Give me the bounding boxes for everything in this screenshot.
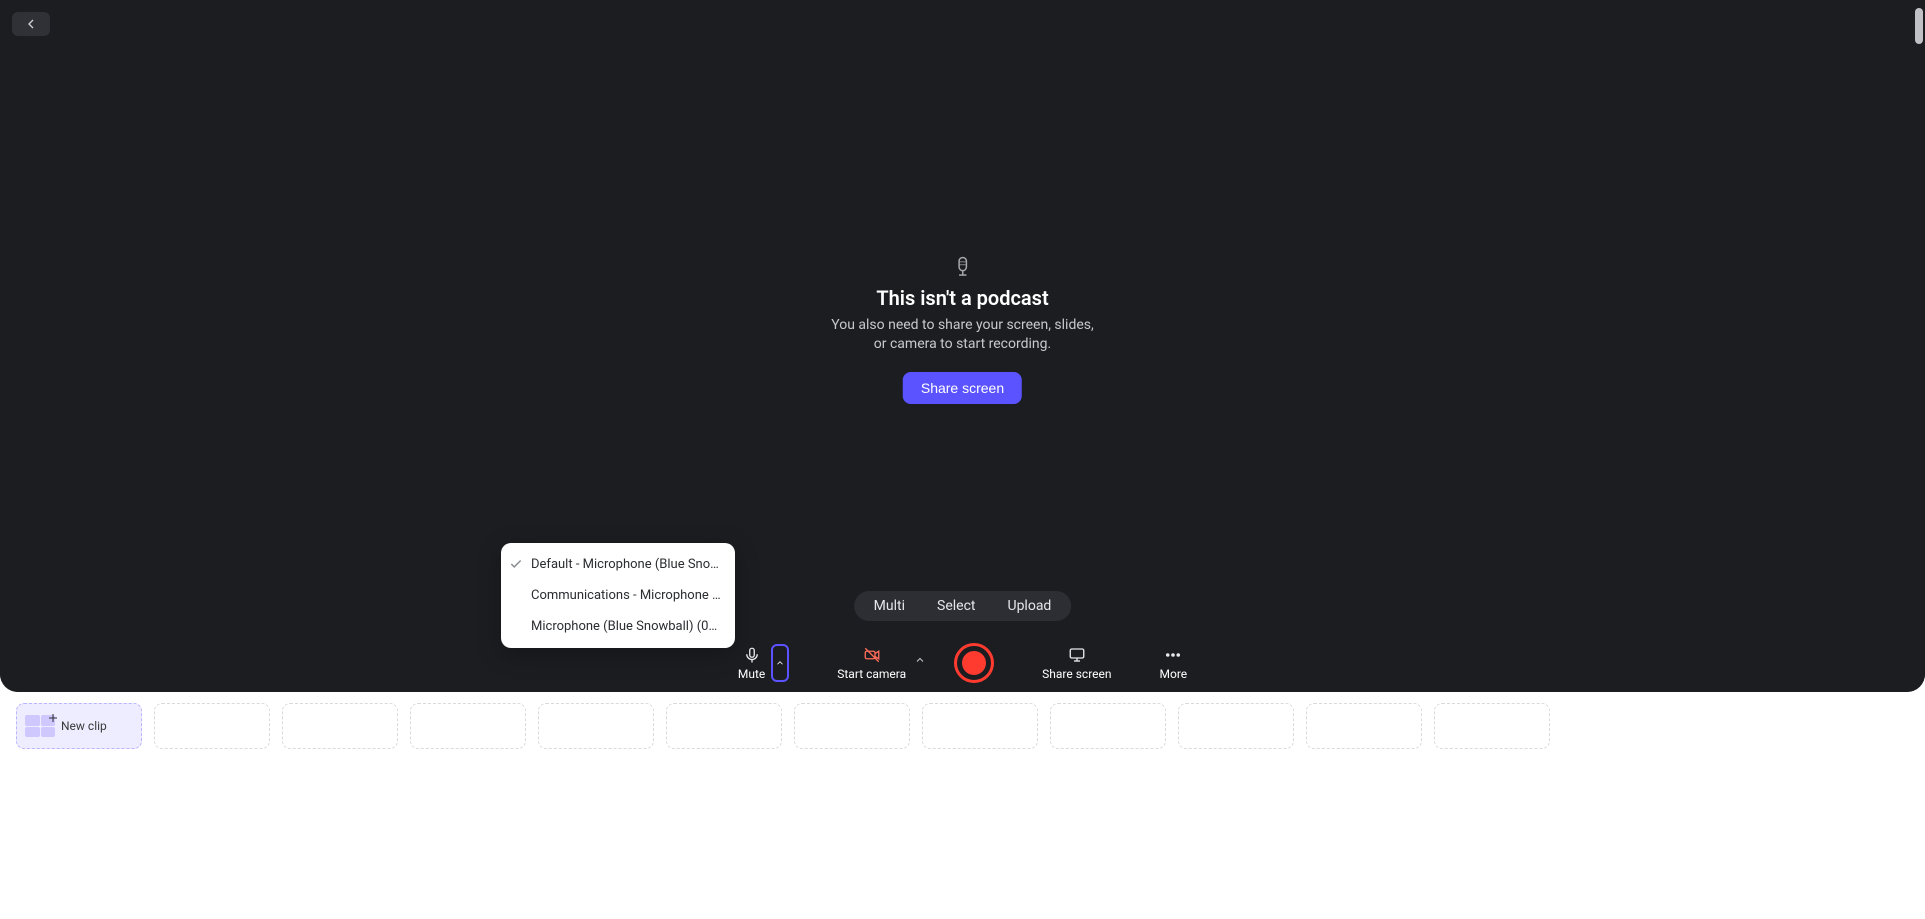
control-bar: Mute Start camera: [0, 633, 1925, 692]
recording-stage: This isn't a podcast You also need to sh…: [0, 0, 1925, 692]
monitor-icon: [1067, 645, 1087, 665]
empty-state-title: This isn't a podcast: [876, 286, 1048, 310]
back-button[interactable]: [12, 12, 50, 36]
timeline-empty-slot[interactable]: [538, 703, 654, 749]
check-icon: [509, 557, 525, 573]
timeline-empty-slot[interactable]: [410, 703, 526, 749]
vertical-scrollbar[interactable]: [1915, 8, 1923, 44]
mute-group: Mute: [738, 644, 789, 682]
mute-button[interactable]: Mute: [738, 645, 765, 681]
more-button[interactable]: More: [1160, 645, 1188, 681]
timeline-empty-slot[interactable]: [666, 703, 782, 749]
camera-options-toggle[interactable]: [914, 651, 928, 665]
chevron-up-icon: [914, 654, 926, 666]
mode-multi[interactable]: Multi: [858, 594, 921, 618]
camera-off-icon: [862, 645, 882, 665]
mic-option-label: Communications - Microphone (Bl...: [531, 588, 723, 603]
mic-option-snowball[interactable]: Microphone (Blue Snowball) (0d8...: [501, 611, 735, 642]
check-placeholder: [509, 588, 525, 604]
timeline: New clip: [0, 700, 1925, 752]
more-label: More: [1160, 667, 1188, 681]
record-indicator-icon: [962, 651, 986, 675]
mic-options-toggle[interactable]: [771, 644, 789, 682]
record-button[interactable]: [954, 643, 994, 683]
camera-group: Start camera: [837, 645, 906, 681]
controls-row: Mute Start camera: [738, 643, 1187, 683]
timeline-empty-slot[interactable]: [922, 703, 1038, 749]
mute-label: Mute: [738, 667, 765, 681]
share-screen-button[interactable]: Share screen: [1042, 645, 1111, 681]
plus-icon: [47, 712, 59, 724]
arrow-left-icon: [23, 16, 39, 32]
mic-dropdown: Default - Microphone (Blue Snow... Commu…: [501, 543, 735, 648]
empty-state-subtitle: You also need to share your screen, slid…: [831, 316, 1094, 354]
timeline-empty-slot[interactable]: [282, 703, 398, 749]
mic-option-default[interactable]: Default - Microphone (Blue Snow...: [501, 549, 735, 580]
mode-upload[interactable]: Upload: [991, 594, 1067, 618]
timeline-empty-slot[interactable]: [1178, 703, 1294, 749]
mode-selector: Multi Select Upload: [854, 591, 1072, 621]
microphone-icon: [742, 645, 762, 665]
mic-option-label: Default - Microphone (Blue Snow...: [531, 557, 723, 572]
share-screen-cta-button[interactable]: Share screen: [903, 372, 1022, 404]
chevron-up-icon: [775, 658, 785, 668]
new-clip-button[interactable]: New clip: [16, 703, 142, 749]
podcast-mic-icon: [954, 256, 972, 278]
camera-label: Start camera: [837, 667, 906, 681]
share-label: Share screen: [1042, 667, 1111, 681]
mic-option-label: Microphone (Blue Snowball) (0d8...: [531, 619, 723, 634]
check-placeholder: [509, 619, 525, 635]
clip-thumbnail-icon: [25, 715, 55, 737]
timeline-empty-slot[interactable]: [1306, 703, 1422, 749]
timeline-empty-slot[interactable]: [794, 703, 910, 749]
timeline-empty-slot[interactable]: [1434, 703, 1550, 749]
dots-horizontal-icon: [1163, 645, 1183, 665]
empty-state: This isn't a podcast You also need to sh…: [831, 256, 1094, 404]
start-camera-button[interactable]: Start camera: [837, 645, 906, 681]
mic-option-communications[interactable]: Communications - Microphone (Bl...: [501, 580, 735, 611]
new-clip-label: New clip: [61, 719, 107, 733]
timeline-empty-slot[interactable]: [1050, 703, 1166, 749]
timeline-empty-slot[interactable]: [154, 703, 270, 749]
app-root: This isn't a podcast You also need to sh…: [0, 0, 1925, 919]
mode-select[interactable]: Select: [921, 594, 991, 618]
